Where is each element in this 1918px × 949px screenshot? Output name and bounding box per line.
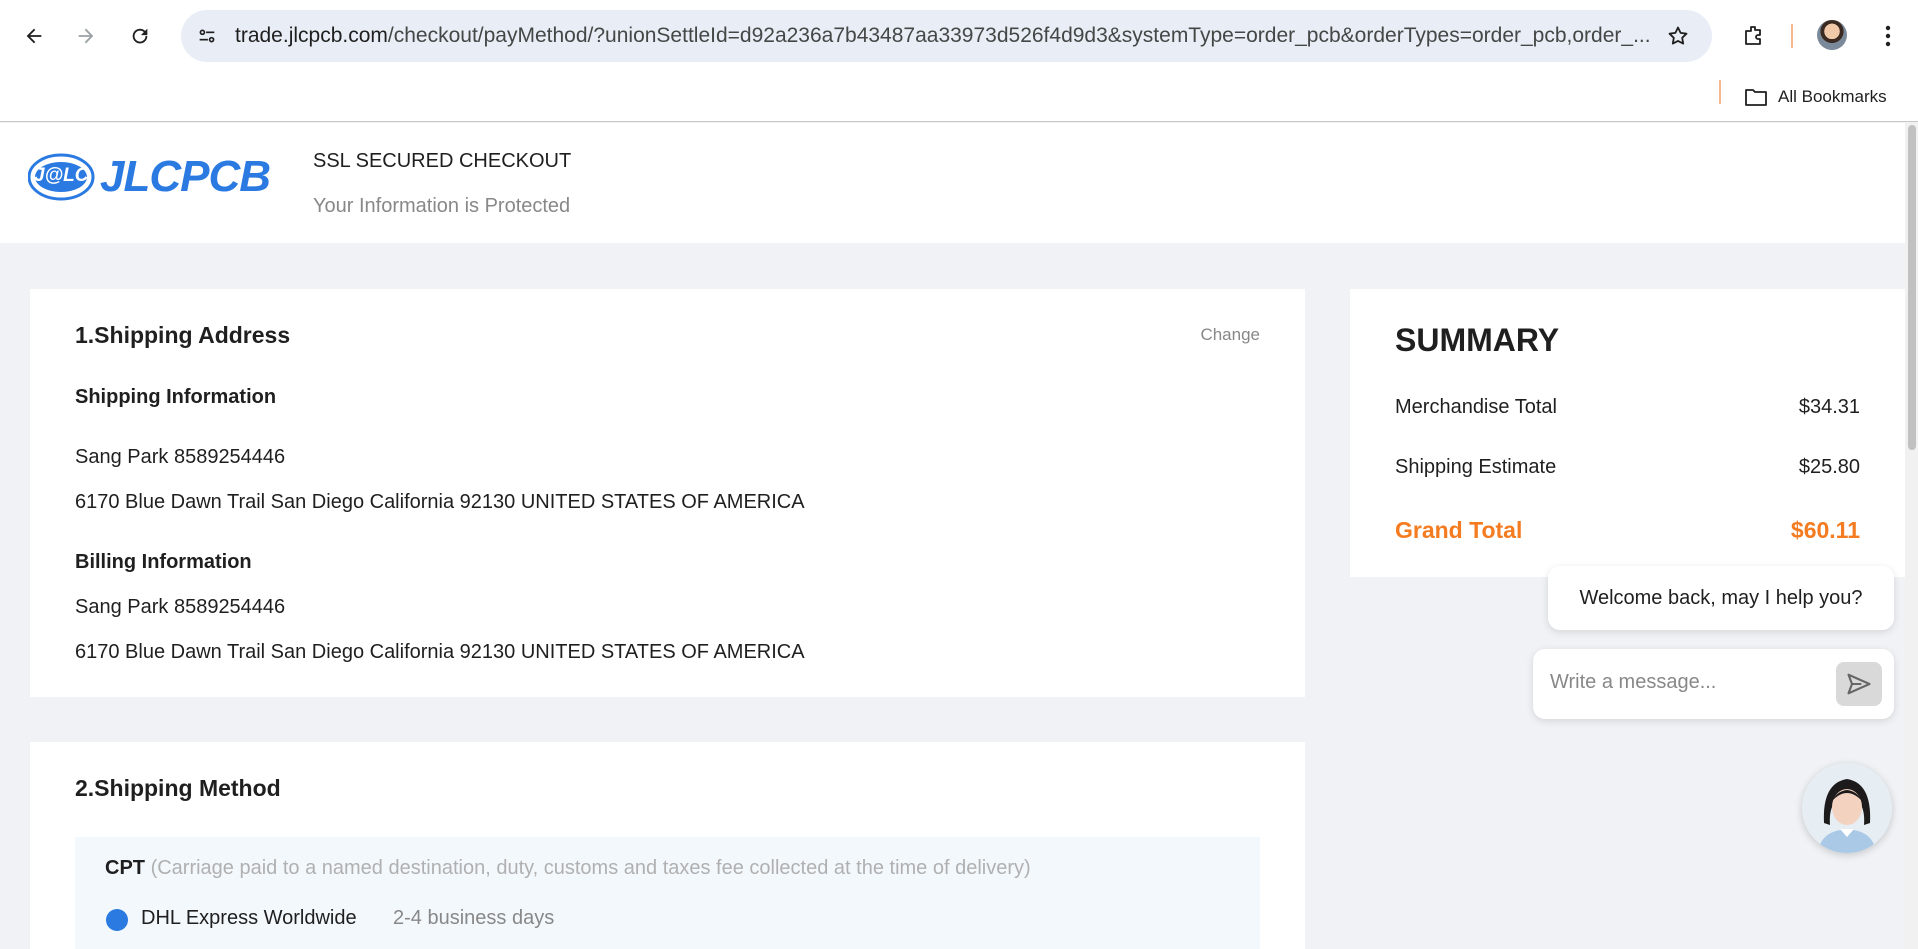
star-icon [1668,26,1688,45]
bookmarks-divider [1719,80,1721,104]
extensions-icon [1745,26,1761,45]
chat-send-button[interactable] [1836,662,1882,706]
support-agent-avatar[interactable] [1802,763,1892,853]
back-icon [26,28,42,44]
shipping-method-title: 2.Shipping Method [75,775,281,801]
ssl-subtitle: Your Information is Protected [313,195,571,217]
order-summary-card: SUMMARY Merchandise Total $34.31 Shippin… [1350,289,1905,577]
address-bar[interactable]: trade.jlcpcb.com/checkout/payMethod/?uni… [181,10,1712,62]
grand-total-value: $60.11 [1790,517,1860,543]
folder-icon [1745,89,1767,106]
reload-button[interactable] [120,16,160,56]
chat-placeholder: Write a message... [1550,671,1717,693]
summary-title: SUMMARY [1395,322,1560,358]
cpt-label: CPT [105,857,145,879]
scrollbar-thumb[interactable] [1908,125,1916,450]
forward-button[interactable] [66,16,106,56]
billing-address-line: 6170 Blue Dawn Trail San Diego Californi… [75,641,805,663]
cpt-option-panel: CPT (Carriage paid to a named destinatio… [75,837,1260,949]
profile-avatar[interactable] [1817,20,1847,50]
grand-total-label: Grand Total [1395,517,1523,543]
shipping-address-line: 6170 Blue Dawn Trail San Diego Californi… [75,491,805,513]
logo-mark-icon: J@LC [27,149,98,205]
carrier-name[interactable]: DHL Express Worldwide [141,907,357,930]
merchandise-total-label: Merchandise Total [1395,396,1557,418]
shipping-estimate-value: $25.80 [1798,456,1860,478]
forward-icon [78,28,94,44]
shipping-name-phone: Sang Park 8589254446 [75,446,286,468]
reload-icon [132,28,148,44]
shipping-info-title: Shipping Information [75,386,277,408]
site-info-icon [199,29,215,43]
menu-icon [1885,25,1891,47]
shipping-estimate-label: Shipping Estimate [1395,456,1557,478]
dhl-radio-selected[interactable] [106,909,128,931]
agent-avatar-icon [1802,763,1892,853]
cpt-header: CPT (Carriage paid to a named destinatio… [105,857,1031,880]
bookmarks-bar: All Bookmarks [0,72,1918,122]
change-address-link[interactable]: Change [1200,325,1260,345]
url-text[interactable]: trade.jlcpcb.com/checkout/payMethod/?uni… [235,24,1655,48]
bookmark-star-button[interactable] [1658,16,1698,56]
back-button[interactable] [14,16,54,56]
chat-greeting-bubble[interactable]: Welcome back, may I help you? [1548,566,1894,630]
send-icon [1847,673,1871,695]
logo-mark-text: J@LC [34,165,89,186]
url-host: trade.jlcpcb.com [235,24,388,47]
site-info-button[interactable] [187,16,227,56]
url-path: /checkout/payMethod/?unionSettleId=d92a2… [387,24,1651,47]
extensions-button[interactable] [1734,16,1774,56]
browser-toolbar: trade.jlcpcb.com/checkout/payMethod/?uni… [0,0,1918,72]
ssl-title: SSL SECURED CHECKOUT [313,150,572,172]
shipping-address-title: 1.Shipping Address [75,322,291,348]
shipping-method-card: 2.Shipping Method CPT (Carriage paid to … [30,742,1305,949]
chat-message-input[interactable]: Write a message... [1533,649,1894,719]
chat-greeting-text: Welcome back, may I help you? [1579,586,1863,609]
billing-name-phone: Sang Park 8589254446 [75,596,286,618]
merchandise-total-value: $34.31 [1798,396,1860,418]
checkout-header: J@LC JLCPCB SSL SECURED CHECKOUT Your In… [0,123,1905,243]
carrier-delivery-days: 2-4 business days [393,907,555,929]
jlcpcb-logo[interactable]: J@LC JLCPCB [27,149,271,205]
toolbar-divider [1791,24,1793,48]
billing-info-title: Billing Information [75,551,252,573]
browser-menu-button[interactable] [1868,16,1908,56]
all-bookmarks-button[interactable]: All Bookmarks [1744,80,1887,114]
all-bookmarks-label: All Bookmarks [1778,87,1887,106]
logo-text: JLCPCB [100,152,271,201]
cpt-description: (Carriage paid to a named destination, d… [150,857,1031,879]
shipping-address-card: 1.Shipping Address Change Shipping Infor… [30,289,1305,697]
